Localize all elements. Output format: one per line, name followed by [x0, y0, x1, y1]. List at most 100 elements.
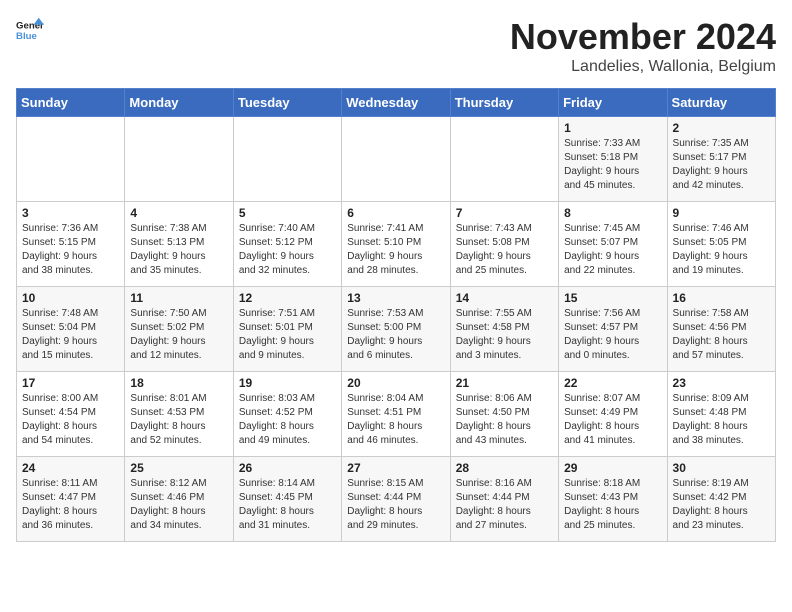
day-number: 8 — [564, 206, 661, 220]
day-info: Sunrise: 8:12 AM Sunset: 4:46 PM Dayligh… — [130, 477, 227, 533]
logo: General Blue — [16, 16, 44, 44]
calendar-cell: 30 Sunrise: 8:19 AM Sunset: 4:42 PM Dayli… — [667, 457, 775, 542]
day-info: Sunrise: 8:07 AM Sunset: 4:49 PM Dayligh… — [564, 392, 661, 448]
calendar-week-4: 24 Sunrise: 8:11 AM Sunset: 4:47 PM Dayli… — [17, 457, 776, 542]
calendar-cell: 29 Sunrise: 8:18 AM Sunset: 4:43 PM Dayli… — [559, 457, 667, 542]
day-info: Sunrise: 7:43 AM Sunset: 5:08 PM Dayligh… — [456, 222, 553, 278]
day-number: 12 — [239, 291, 336, 305]
day-info: Sunrise: 7:41 AM Sunset: 5:10 PM Dayligh… — [347, 222, 444, 278]
calendar-cell: 18 Sunrise: 8:01 AM Sunset: 4:53 PM Dayli… — [125, 372, 233, 457]
day-number: 24 — [22, 461, 119, 475]
day-number: 10 — [22, 291, 119, 305]
calendar-cell: 3 Sunrise: 7:36 AM Sunset: 5:15 PM Daylig… — [17, 202, 125, 287]
day-number: 19 — [239, 376, 336, 390]
weekday-header-friday: Friday — [559, 89, 667, 117]
day-number: 22 — [564, 376, 661, 390]
day-number: 30 — [673, 461, 770, 475]
calendar-cell: 23 Sunrise: 8:09 AM Sunset: 4:48 PM Dayli… — [667, 372, 775, 457]
day-number: 9 — [673, 206, 770, 220]
calendar-cell: 15Sunrise: 7:56 AM Sunset: 4:57 PM Dayli… — [559, 287, 667, 372]
day-info: Sunrise: 7:38 AM Sunset: 5:13 PM Dayligh… — [130, 222, 227, 278]
day-info: Sunrise: 7:35 AM Sunset: 5:17 PM Dayligh… — [673, 137, 770, 193]
calendar-week-2: 10 Sunrise: 7:48 AM Sunset: 5:04 PM Dayli… — [17, 287, 776, 372]
day-info: Sunrise: 7:36 AM Sunset: 5:15 PM Dayligh… — [22, 222, 119, 278]
calendar-cell: 22 Sunrise: 8:07 AM Sunset: 4:49 PM Dayli… — [559, 372, 667, 457]
day-info: Sunrise: 8:19 AM Sunset: 4:42 PM Dayligh… — [673, 477, 770, 533]
day-info: Sunrise: 8:15 AM Sunset: 4:44 PM Dayligh… — [347, 477, 444, 533]
month-title: November 2024 — [510, 16, 776, 58]
location-title: Landelies, Wallonia, Belgium — [510, 58, 776, 76]
calendar-cell: 13Sunrise: 7:53 AM Sunset: 5:00 PM Dayli… — [342, 287, 450, 372]
weekday-header-sunday: Sunday — [17, 89, 125, 117]
calendar-cell: 7 Sunrise: 7:43 AM Sunset: 5:08 PM Daylig… — [450, 202, 558, 287]
weekday-header-monday: Monday — [125, 89, 233, 117]
day-info: Sunrise: 7:58 AM Sunset: 4:56 PM Dayligh… — [673, 307, 770, 363]
day-number: 2 — [673, 121, 770, 135]
day-info: Sunrise: 8:06 AM Sunset: 4:50 PM Dayligh… — [456, 392, 553, 448]
day-number: 11 — [130, 291, 227, 305]
day-number: 17 — [22, 376, 119, 390]
day-number: 28 — [456, 461, 553, 475]
day-number: 18 — [130, 376, 227, 390]
day-info: Sunrise: 7:50 AM Sunset: 5:02 PM Dayligh… — [130, 307, 227, 363]
calendar-cell: 28 Sunrise: 8:16 AM Sunset: 4:44 PM Dayli… — [450, 457, 558, 542]
day-number: 6 — [347, 206, 444, 220]
calendar-cell: 6 Sunrise: 7:41 AM Sunset: 5:10 PM Daylig… — [342, 202, 450, 287]
day-number: 23 — [673, 376, 770, 390]
day-info: Sunrise: 8:18 AM Sunset: 4:43 PM Dayligh… — [564, 477, 661, 533]
calendar-cell: 16 Sunrise: 7:58 AM Sunset: 4:56 PM Dayli… — [667, 287, 775, 372]
calendar-cell: 19 Sunrise: 8:03 AM Sunset: 4:52 PM Dayli… — [233, 372, 341, 457]
day-info: Sunrise: 7:33 AM Sunset: 5:18 PM Dayligh… — [564, 137, 661, 193]
day-number: 4 — [130, 206, 227, 220]
day-info: Sunrise: 8:01 AM Sunset: 4:53 PM Dayligh… — [130, 392, 227, 448]
day-info: Sunrise: 8:03 AM Sunset: 4:52 PM Dayligh… — [239, 392, 336, 448]
day-number: 27 — [347, 461, 444, 475]
day-info: Sunrise: 8:09 AM Sunset: 4:48 PM Dayligh… — [673, 392, 770, 448]
calendar-week-0: 1 Sunrise: 7:33 AM Sunset: 5:18 PM Daylig… — [17, 117, 776, 202]
day-info: Sunrise: 8:16 AM Sunset: 4:44 PM Dayligh… — [456, 477, 553, 533]
day-info: Sunrise: 8:00 AM Sunset: 4:54 PM Dayligh… — [22, 392, 119, 448]
calendar-cell — [233, 117, 341, 202]
day-number: 21 — [456, 376, 553, 390]
calendar-cell: 11 Sunrise: 7:50 AM Sunset: 5:02 PM Dayli… — [125, 287, 233, 372]
calendar-cell: 8 Sunrise: 7:45 AM Sunset: 5:07 PM Daylig… — [559, 202, 667, 287]
day-number: 13 — [347, 291, 444, 305]
calendar-cell: 14 Sunrise: 7:55 AM Sunset: 4:58 PM Dayli… — [450, 287, 558, 372]
day-number: 16 — [673, 291, 770, 305]
day-number: 5 — [239, 206, 336, 220]
day-info: Sunrise: 8:11 AM Sunset: 4:47 PM Dayligh… — [22, 477, 119, 533]
calendar-cell: 9 Sunrise: 7:46 AM Sunset: 5:05 PM Daylig… — [667, 202, 775, 287]
calendar-cell — [450, 117, 558, 202]
calendar-cell: 5 Sunrise: 7:40 AM Sunset: 5:12 PM Daylig… — [233, 202, 341, 287]
day-number: 26 — [239, 461, 336, 475]
calendar-cell: 4 Sunrise: 7:38 AM Sunset: 5:13 PM Daylig… — [125, 202, 233, 287]
calendar-cell: 24 Sunrise: 8:11 AM Sunset: 4:47 PM Dayli… — [17, 457, 125, 542]
weekday-header-wednesday: Wednesday — [342, 89, 450, 117]
calendar-cell: 10 Sunrise: 7:48 AM Sunset: 5:04 PM Dayli… — [17, 287, 125, 372]
calendar-cell: 2 Sunrise: 7:35 AM Sunset: 5:17 PM Daylig… — [667, 117, 775, 202]
calendar-cell — [342, 117, 450, 202]
weekday-header-tuesday: Tuesday — [233, 89, 341, 117]
day-number: 3 — [22, 206, 119, 220]
day-number: 7 — [456, 206, 553, 220]
calendar-week-3: 17 Sunrise: 8:00 AM Sunset: 4:54 PM Dayli… — [17, 372, 776, 457]
calendar-cell: 21 Sunrise: 8:06 AM Sunset: 4:50 PM Dayli… — [450, 372, 558, 457]
day-info: Sunrise: 7:46 AM Sunset: 5:05 PM Dayligh… — [673, 222, 770, 278]
day-number: 14 — [456, 291, 553, 305]
day-info: Sunrise: 7:55 AM Sunset: 4:58 PM Dayligh… — [456, 307, 553, 363]
day-info: Sunrise: 7:56 AM Sunset: 4:57 PM Dayligh… — [564, 307, 661, 363]
day-info: Sunrise: 7:45 AM Sunset: 5:07 PM Dayligh… — [564, 222, 661, 278]
calendar-cell — [17, 117, 125, 202]
page-header: General Blue November 2024 Landelies, Wa… — [16, 16, 776, 76]
calendar-cell: 17 Sunrise: 8:00 AM Sunset: 4:54 PM Dayli… — [17, 372, 125, 457]
logo-icon: General Blue — [16, 16, 44, 44]
day-info: Sunrise: 7:48 AM Sunset: 5:04 PM Dayligh… — [22, 307, 119, 363]
title-block: November 2024 Landelies, Wallonia, Belgi… — [510, 16, 776, 76]
day-number: 25 — [130, 461, 227, 475]
svg-text:Blue: Blue — [16, 31, 37, 42]
calendar-cell: 27 Sunrise: 8:15 AM Sunset: 4:44 PM Dayli… — [342, 457, 450, 542]
day-info: Sunrise: 7:40 AM Sunset: 5:12 PM Dayligh… — [239, 222, 336, 278]
day-number: 29 — [564, 461, 661, 475]
day-number: 1 — [564, 121, 661, 135]
calendar-cell: 26Sunrise: 8:14 AM Sunset: 4:45 PM Dayli… — [233, 457, 341, 542]
